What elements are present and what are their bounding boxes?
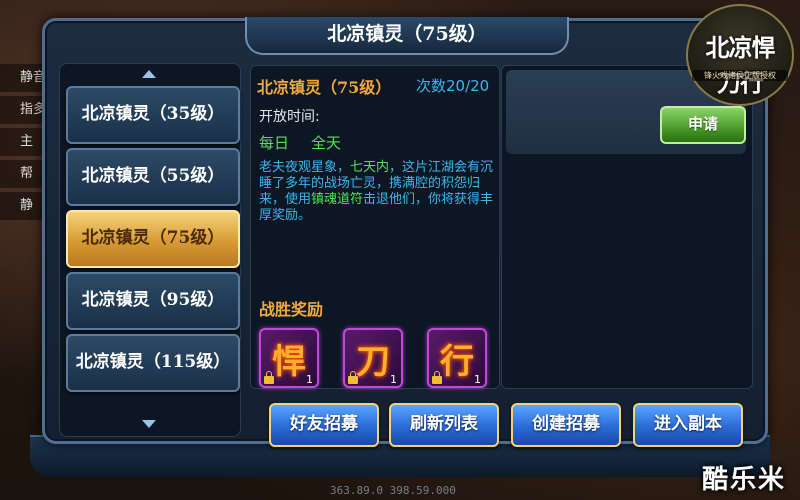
scroll-up-icon[interactable]	[142, 70, 156, 78]
side-menu-item: 指多	[0, 96, 46, 124]
lock-icon	[348, 371, 358, 384]
dungeon-item-55[interactable]: 北凉镇灵（55级）	[66, 148, 240, 206]
dungeon-item-75[interactable]: 北凉镇灵（75级）	[66, 210, 240, 268]
logo-title: 北凉悍刀行	[705, 33, 776, 97]
reward-qty: 1	[390, 373, 397, 386]
dungeon-list[interactable]: 北凉镇灵（35级） 北凉镇灵（55级） 北凉镇灵（75级） 北凉镇灵（95级） …	[59, 63, 241, 437]
apply-button[interactable]: 申请	[660, 106, 746, 144]
scroll-down-icon[interactable]	[142, 420, 156, 428]
side-menu-item: 静音	[0, 64, 46, 92]
open-day: 每日	[259, 134, 290, 152]
desc-highlight-duration: 七天内	[350, 160, 390, 175]
side-menu-item: 静	[0, 192, 46, 220]
background-coords: 363.89.0 398.59.000	[330, 484, 456, 497]
enter-dungeon-button[interactable]: 进入副本	[633, 403, 743, 447]
side-menu-item: 主	[0, 128, 46, 156]
reward-qty: 1	[474, 373, 481, 386]
dungeon-dialog: 北凉镇灵（75级） 北凉镇灵（35级） 北凉镇灵（55级） 北凉镇灵（75级） …	[42, 17, 768, 447]
lock-icon	[264, 371, 274, 384]
attempt-count: 次数20/20	[416, 77, 490, 95]
reward-label: 战胜奖励	[259, 300, 324, 319]
lock-icon	[432, 371, 442, 384]
reward-item[interactable]: 悍 1	[259, 328, 319, 388]
dialog-title: 北凉镇灵（75级）	[245, 17, 569, 55]
reward-item[interactable]: 行 1	[427, 328, 487, 388]
reward-qty: 1	[306, 373, 313, 386]
dungeon-item-35[interactable]: 北凉镇灵（35级）	[66, 86, 240, 144]
reward-item[interactable]: 刀 1	[343, 328, 403, 388]
dungeon-item-115[interactable]: 北凉镇灵（115级）	[66, 334, 240, 392]
refresh-list-button[interactable]: 刷新列表	[389, 403, 499, 447]
side-menu-item: 帮	[0, 160, 46, 188]
open-time-label: 开放时间:	[259, 109, 320, 125]
open-time: 全天	[311, 134, 342, 152]
team-list-panel: 申请	[501, 65, 753, 389]
friend-recruit-button[interactable]: 好友招募	[269, 403, 379, 447]
background-side-menu: 静音 指多 主 帮 静	[0, 60, 46, 260]
dungeon-detail: 北凉镇灵（75级） 次数20/20 开放时间: 每日 全天 老夫夜观星象，七天内…	[250, 65, 500, 389]
desc-highlight-item: 镇魂道符	[311, 192, 364, 207]
logo-subtitle: 锋火戏诸侯正版授权	[692, 70, 788, 81]
detail-title: 北凉镇灵（75级）	[257, 78, 392, 97]
game-logo: 北凉悍刀行 锋火戏诸侯正版授权	[686, 4, 794, 106]
site-watermark: 酷乐米	[701, 465, 786, 495]
dungeon-item-95[interactable]: 北凉镇灵（95级）	[66, 272, 240, 330]
desc-part: 老夫夜观星象，	[259, 160, 351, 175]
create-recruit-button[interactable]: 创建招募	[511, 403, 621, 447]
dungeon-description: 老夫夜观星象，七天内，这片江湖会有沉睡了多年的战场亡灵，携满腔的积怨归来，使用镇…	[259, 160, 495, 224]
